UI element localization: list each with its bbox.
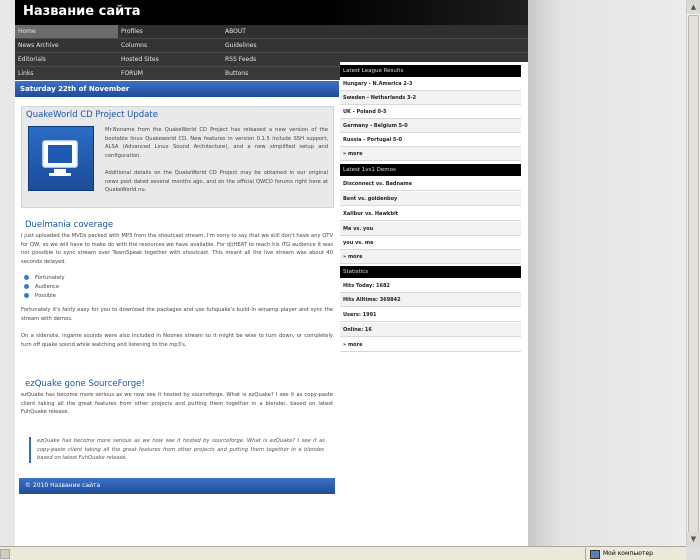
- zone-label: Мой компьютер: [603, 550, 653, 557]
- post-text: Fortunately it's fairly easy for you to …: [21, 307, 333, 322]
- news-post: Duelmania coverage I just uploaded the M…: [21, 217, 334, 362]
- nav-divider: [15, 38, 528, 39]
- demo-item[interactable]: Disconnect vs. Badname: [340, 177, 521, 191]
- blockquote: ezQuake has become more serious as we no…: [29, 437, 325, 463]
- league-result-item[interactable]: Hungary - N.America 2-3: [340, 77, 521, 91]
- bullet-icon: [24, 293, 29, 298]
- scroll-up-icon[interactable]: ▲: [687, 0, 700, 14]
- site-header: Название сайта: [15, 0, 528, 25]
- news-post: QuakeWorld CD Project Update Mr.Noname f…: [21, 106, 334, 208]
- demos-more-link[interactable]: » more: [340, 250, 521, 264]
- league-result-item[interactable]: Sweden - Netherlands 3-2: [340, 91, 521, 105]
- nav-guidelines[interactable]: Guidelines: [222, 39, 326, 52]
- demo-item[interactable]: Bent vs. goldenboy: [340, 192, 521, 206]
- league-result-item[interactable]: Germany - Belgium 5-0: [340, 119, 521, 133]
- scroll-down-icon[interactable]: ▼: [687, 532, 700, 546]
- demo-item[interactable]: Me vs. you: [340, 222, 521, 236]
- post-title[interactable]: QuakeWorld CD Project Update: [26, 110, 158, 120]
- list-item: Fortunately: [24, 274, 65, 283]
- post-title[interactable]: ezQuake gone SourceForge!: [25, 379, 145, 389]
- bullet-icon: [24, 284, 29, 289]
- league-result-item[interactable]: Russia - Portugal 5-0: [340, 133, 521, 147]
- list-item: Possible: [24, 292, 65, 301]
- league-more-link[interactable]: » more: [340, 147, 521, 161]
- page-icon: [0, 549, 10, 559]
- stat-item: Online: 16: [340, 323, 521, 337]
- scrollbar-thumb[interactable]: [688, 15, 699, 540]
- stat-item: Hits Today: 1682: [340, 279, 521, 293]
- demo-item[interactable]: you vs. me: [340, 236, 521, 250]
- nav-buttons[interactable]: Buttons: [222, 67, 326, 80]
- nav-columns[interactable]: Columns: [118, 39, 222, 52]
- demo-item[interactable]: Xalibur vs. Hawkbit: [340, 207, 521, 221]
- sidebar: Latest League Results Hungary - N.Americ…: [340, 62, 528, 546]
- sidebar-heading-demos: Latest 1vs1 Demos: [340, 164, 521, 176]
- nav-forum[interactable]: FORUM: [118, 67, 222, 80]
- monitor-icon: [28, 126, 94, 191]
- stat-item: Hits Alltime: 369842: [340, 293, 521, 307]
- browser-viewport: Название сайта Home News Archive Editori…: [0, 0, 686, 546]
- sidebar-heading-league: Latest League Results: [340, 65, 521, 77]
- list-item: Audience: [24, 283, 65, 292]
- nav-divider: [15, 52, 528, 53]
- nav-links[interactable]: Links: [15, 67, 118, 80]
- nav-hosted-sites[interactable]: Hosted Sites: [118, 53, 222, 66]
- post-text: On a sidenote, ingame sounds were also i…: [21, 333, 333, 348]
- post-text: I just uploaded the MVDs packed with MP3…: [21, 233, 333, 265]
- security-zone: Мой компьютер: [585, 548, 653, 560]
- post-text: Additional details on the QuakeWorld CD …: [105, 170, 328, 193]
- nav-editorials[interactable]: Editorials: [15, 53, 118, 66]
- status-bar: Мой компьютер: [0, 546, 686, 560]
- league-result-item[interactable]: UK - Poland 0-5: [340, 105, 521, 119]
- stat-item: Users: 1991: [340, 308, 521, 322]
- date-bar: Saturday 22th of November: [15, 81, 339, 97]
- nav-profiles[interactable]: Profiles: [118, 25, 222, 38]
- nav-home[interactable]: Home: [15, 25, 118, 38]
- nav-about[interactable]: ABOUT: [222, 25, 326, 38]
- site-title[interactable]: Название сайта: [23, 4, 141, 19]
- computer-icon: [590, 549, 600, 559]
- bullet-icon: [24, 275, 29, 280]
- sidebar-heading-statistics: Statistics: [340, 266, 521, 278]
- post-text: ezQuake has become more serious as we no…: [21, 392, 333, 415]
- vertical-scrollbar[interactable]: ▲ ▼: [686, 0, 700, 546]
- nav-rss-feeds[interactable]: RSS Feeds: [222, 53, 326, 66]
- nav-news-archive[interactable]: News Archive: [15, 39, 118, 52]
- stats-more-link[interactable]: » more: [340, 338, 521, 352]
- site-footer: © 2010 Название сайта: [19, 478, 335, 494]
- post-title[interactable]: Duelmania coverage: [25, 220, 113, 230]
- bullet-list: Fortunately Audience Possible: [24, 274, 65, 301]
- news-post: ezQuake gone SourceForge! ezQuake has be…: [21, 376, 334, 472]
- post-text: Mr.Noname from the QuakeWorld CD Project…: [105, 127, 328, 159]
- main-content: Saturday 22th of November QuakeWorld CD …: [15, 80, 339, 546]
- website: Название сайта Home News Archive Editori…: [15, 0, 528, 546]
